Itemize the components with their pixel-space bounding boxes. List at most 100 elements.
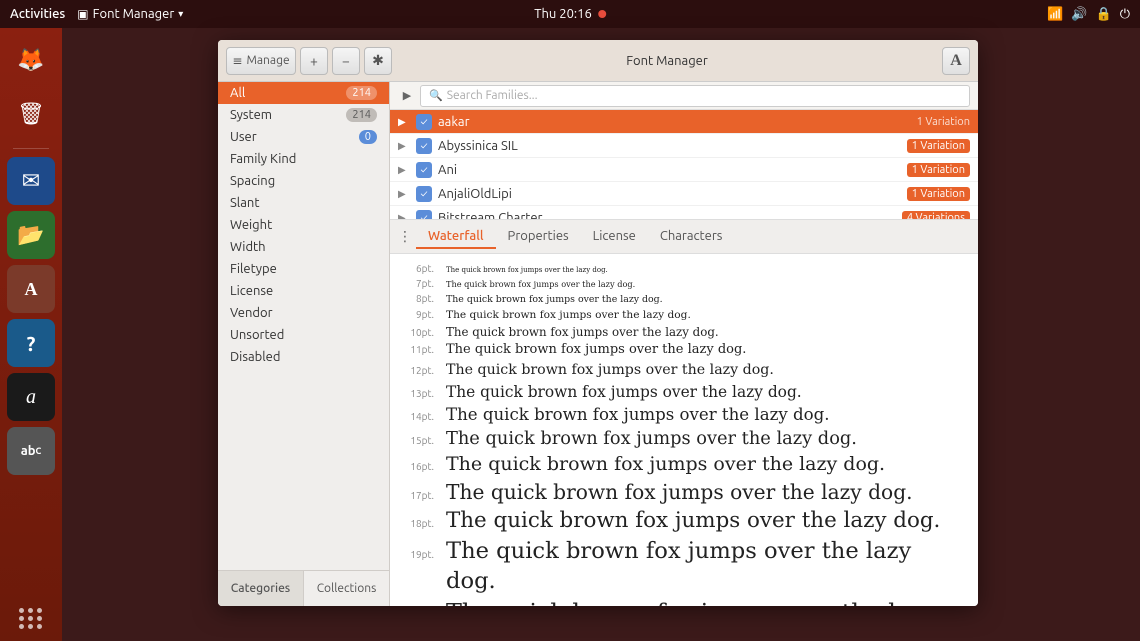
- preview-line: 19pt.The quick brown fox jumps over the …: [406, 537, 962, 596]
- preview-line: 16pt.The quick brown fox jumps over the …: [406, 452, 962, 477]
- font-entry-anjali[interactable]: ▶ ✓ AnjaliOldLipi 1 Variation: [390, 182, 978, 206]
- filter-item-user[interactable]: User 0: [218, 126, 389, 148]
- expand-arrow: ▶: [398, 188, 412, 200]
- system-bar-center: Thu 20:16: [534, 7, 606, 21]
- tab-license[interactable]: License: [581, 225, 648, 249]
- help-icon[interactable]: ?: [7, 319, 55, 367]
- filter-item-weight[interactable]: Weight: [218, 214, 389, 236]
- filter-label: All: [230, 86, 245, 100]
- preview-line: 8pt.The quick brown fox jumps over the l…: [406, 292, 962, 306]
- font-preview-button[interactable]: A: [942, 47, 970, 75]
- firefox-icon[interactable]: 🦊: [7, 36, 55, 84]
- preview-size-label: 12pt.: [406, 364, 434, 377]
- expand-arrow: ▶: [398, 164, 412, 176]
- notification-dot: [598, 10, 606, 18]
- font-variations-badge: 1 Variation: [907, 139, 970, 153]
- preview-line: 10pt.The quick brown fox jumps over the …: [406, 325, 962, 340]
- font-entry-aakar[interactable]: ▶ ✓ aakar 1 Variation: [390, 110, 978, 134]
- files-icon[interactable]: 📂: [7, 211, 55, 259]
- expand-arrow: ▶: [398, 212, 412, 221]
- system-bar-right: 📶 🔊 🔒 ⏻: [1047, 7, 1130, 22]
- preview-line: 7pt.The quick brown fox jumps over the l…: [406, 277, 962, 290]
- font-variations-badge: 1 Variation: [907, 163, 970, 177]
- filter-badge: 0: [359, 130, 377, 144]
- tab-waterfall[interactable]: Waterfall: [416, 225, 496, 249]
- filter-item-width[interactable]: Width: [218, 236, 389, 258]
- expand-button[interactable]: ▶: [398, 87, 416, 105]
- preview-size-label: 11pt.: [406, 343, 434, 356]
- preview-line: 17pt.The quick brown fox jumps over the …: [406, 479, 962, 505]
- filter-label: User: [230, 130, 257, 144]
- font-checkbox[interactable]: ✓: [416, 162, 432, 178]
- filter-label: Weight: [230, 218, 272, 232]
- window-header: ≡ Manage + − ✱ Font Manager A: [218, 40, 978, 82]
- preview-size-label: 17pt.: [406, 489, 434, 502]
- filter-label: Slant: [230, 196, 259, 210]
- app-window: ≡ Manage + − ✱ Font Manager A All 214: [218, 40, 978, 606]
- filter-label: License: [230, 284, 273, 298]
- collections-tab[interactable]: Collections: [304, 571, 389, 606]
- preview-line: 14pt.The quick brown fox jumps over the …: [406, 404, 962, 426]
- filter-item-unsorted[interactable]: Unsorted: [218, 324, 389, 346]
- filter-item-spacing[interactable]: Spacing: [218, 170, 389, 192]
- preview-line: 6pt.The quick brown fox jumps over the l…: [406, 262, 962, 275]
- font-entry-bitstream[interactable]: ▶ ✓ Bitstream Charter 4 Variations: [390, 206, 978, 220]
- font-viewer-icon[interactable]: abC: [7, 427, 55, 475]
- search-box[interactable]: 🔍 Search Families...: [420, 85, 970, 107]
- font-checkbox[interactable]: ✓: [416, 114, 432, 130]
- preview-text: The quick brown fox jumps over the lazy …: [446, 342, 746, 359]
- filter-label: Unsorted: [230, 328, 284, 342]
- filter-badge: 214: [346, 108, 377, 122]
- filter-item-disabled[interactable]: Disabled: [218, 346, 389, 368]
- filter-item-filetype[interactable]: Filetype: [218, 258, 389, 280]
- font-checkbox[interactable]: ✓: [416, 138, 432, 154]
- preview-text: The quick brown fox jumps over the lazy …: [446, 309, 691, 323]
- filter-label: Family Kind: [230, 152, 296, 166]
- preview-text: The quick brown fox jumps over the lazy …: [446, 404, 830, 426]
- system-bar-left: Activities ▣ Font Manager ▾: [10, 7, 183, 21]
- left-panel: All 214 System 214 User 0 Family Kind Sp…: [218, 82, 390, 606]
- categories-tab[interactable]: Categories: [218, 571, 304, 606]
- preview-text: The quick brown fox jumps over the lazy …: [446, 325, 719, 340]
- preview-line: 15pt.The quick brown fox jumps over the …: [406, 427, 962, 450]
- font-name: Abyssinica SIL: [438, 139, 907, 153]
- trash-icon[interactable]: 🗑: [7, 90, 55, 138]
- thunderbird-icon[interactable]: ✉: [7, 157, 55, 205]
- font-name: aakar: [438, 115, 917, 129]
- system-bar: Activities ▣ Font Manager ▾ Thu 20:16 📶 …: [0, 0, 1140, 28]
- app-title-bar: ▣ Font Manager ▾: [77, 7, 183, 21]
- preview-menu-button[interactable]: ⋮: [394, 226, 416, 248]
- filter-item-slant[interactable]: Slant: [218, 192, 389, 214]
- tab-properties[interactable]: Properties: [496, 225, 581, 249]
- filter-item-license[interactable]: License: [218, 280, 389, 302]
- filter-item-all[interactable]: All 214: [218, 82, 389, 104]
- manage-button[interactable]: ≡ Manage: [226, 47, 296, 75]
- add-font-button[interactable]: +: [300, 47, 328, 75]
- filter-item-family-kind[interactable]: Family Kind: [218, 148, 389, 170]
- amazon-icon[interactable]: a: [7, 373, 55, 421]
- app-title: Font Manager: [93, 7, 175, 21]
- preview-line: 20pt.The quick brown fox jumps over the …: [406, 598, 962, 606]
- filter-label: Filetype: [230, 262, 277, 276]
- power-icon[interactable]: ⏻: [1120, 7, 1130, 22]
- dropdown-icon[interactable]: ▾: [178, 8, 183, 20]
- tab-characters[interactable]: Characters: [648, 225, 735, 249]
- preview-size-label: 16pt.: [406, 460, 434, 473]
- font-checkbox[interactable]: ✓: [416, 186, 432, 202]
- filter-item-vendor[interactable]: Vendor: [218, 302, 389, 324]
- font-name: Ani: [438, 163, 907, 177]
- font-entry-abyssinica[interactable]: ▶ ✓ Abyssinica SIL 1 Variation: [390, 134, 978, 158]
- window-body: All 214 System 214 User 0 Family Kind Sp…: [218, 82, 978, 606]
- lock-icon: 🔒: [1096, 7, 1112, 22]
- tools-icon: ✱: [372, 52, 384, 69]
- filter-item-system[interactable]: System 214: [218, 104, 389, 126]
- filter-badge: 214: [346, 86, 377, 100]
- wifi-icon: 📶: [1047, 7, 1063, 22]
- remove-font-button[interactable]: −: [332, 47, 360, 75]
- dock-separator: [13, 148, 49, 149]
- software-icon[interactable]: A: [7, 265, 55, 313]
- tools-button[interactable]: ✱: [364, 47, 392, 75]
- font-checkbox[interactable]: ✓: [416, 210, 432, 221]
- font-entry-ani[interactable]: ▶ ✓ Ani 1 Variation: [390, 158, 978, 182]
- activities-button[interactable]: Activities: [10, 7, 65, 21]
